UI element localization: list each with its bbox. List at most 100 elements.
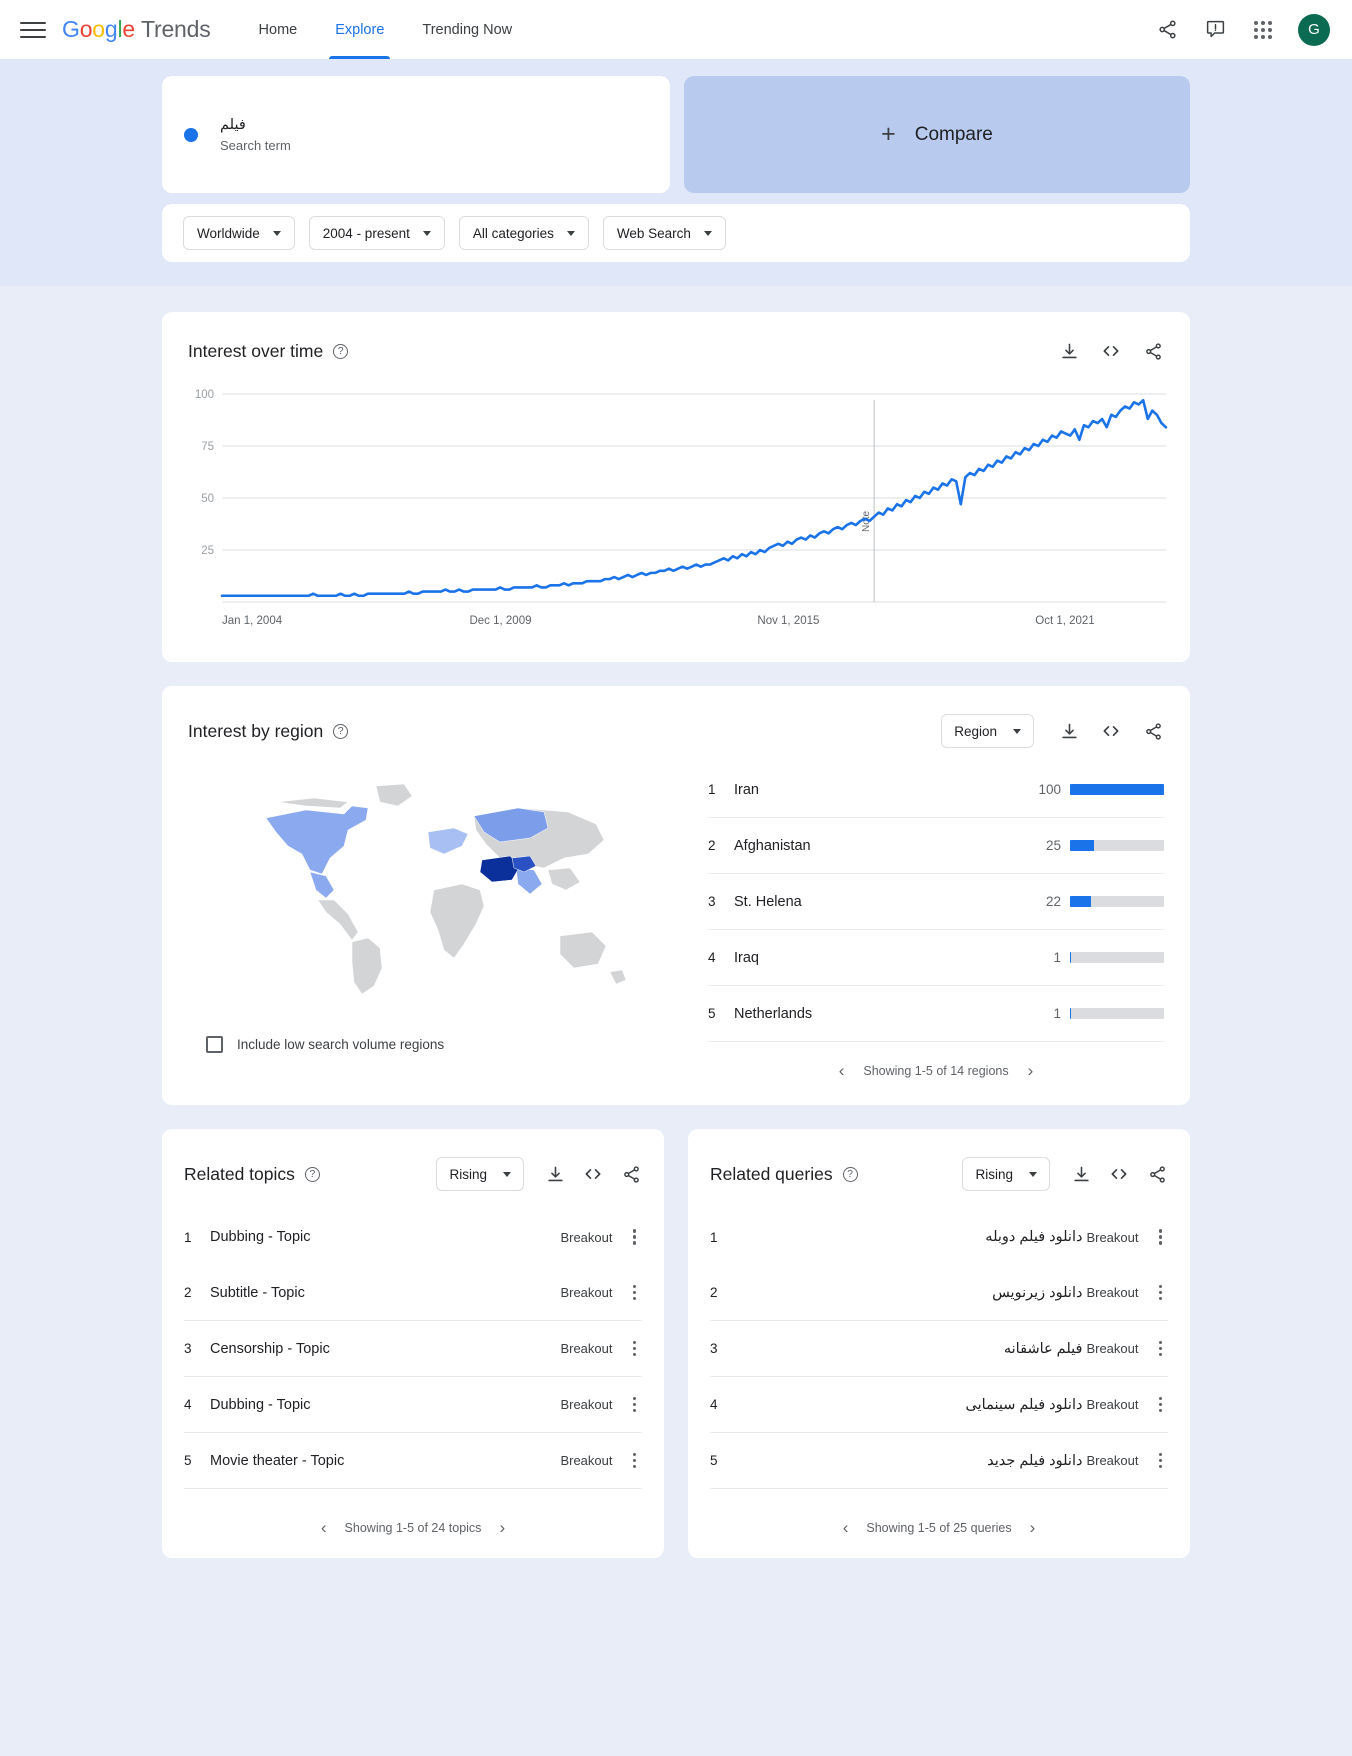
top-app-bar: Google Trends Home Explore Trending Now … <box>0 0 1352 59</box>
compare-button[interactable]: + Compare <box>684 76 1190 193</box>
region-granularity-select[interactable]: Region <box>941 714 1034 748</box>
list-item[interactable]: 2 Subtitle - Topic Breakout <box>184 1265 642 1321</box>
include-low-volume-row: Include low search volume regions <box>206 1036 708 1053</box>
share-icon[interactable] <box>1146 1163 1168 1185</box>
series-color-dot <box>184 127 198 142</box>
next-page-icon[interactable]: › <box>1030 1519 1036 1536</box>
rank: 4 <box>710 1397 718 1412</box>
list-item[interactable]: 3 فیلم عاشقانه Breakout <box>710 1321 1168 1377</box>
topics-pagination: ‹ Showing 1-5 of 24 topics › <box>162 1519 664 1536</box>
svg-text:Oct 1, 2021: Oct 1, 2021 <box>1035 615 1094 627</box>
prev-page-icon[interactable]: ‹ <box>321 1519 327 1536</box>
related-panels: Related topics ? Rising 1 Dubbing - Topi… <box>162 1129 1190 1588</box>
embed-icon[interactable] <box>1108 1163 1130 1185</box>
list-item[interactable]: 5 دانلود فیلم جدید Breakout <box>710 1433 1168 1489</box>
more-options-icon[interactable] <box>627 1225 643 1249</box>
rank: 3 <box>710 1341 718 1356</box>
nav-home[interactable]: Home <box>257 0 300 59</box>
feedback-icon[interactable] <box>1202 17 1228 43</box>
more-options-icon[interactable] <box>1153 1225 1169 1249</box>
list-item[interactable]: 1 دانلود فیلم دوبله Breakout <box>710 1209 1168 1265</box>
svg-text:Nov 1, 2015: Nov 1, 2015 <box>757 615 819 627</box>
avatar[interactable]: G <box>1298 13 1330 46</box>
query-value: Breakout <box>1086 1341 1139 1356</box>
list-item[interactable]: 1 Dubbing - Topic Breakout <box>184 1209 642 1265</box>
chevron-down-icon <box>566 230 575 236</box>
more-options-icon[interactable] <box>627 1393 643 1417</box>
world-map[interactable] <box>248 772 648 1002</box>
embed-icon[interactable] <box>1100 340 1122 362</box>
more-options-icon[interactable] <box>1153 1449 1169 1473</box>
filter-search-type-label: Web Search <box>616 225 691 241</box>
nav-trending-now[interactable]: Trending Now <box>420 0 514 59</box>
prev-page-icon[interactable]: ‹ <box>839 1062 845 1079</box>
embed-icon[interactable] <box>582 1163 604 1185</box>
queries-sort-select[interactable]: Rising <box>962 1157 1050 1191</box>
related-queries-header: Related queries ? Rising <box>688 1129 1190 1191</box>
query-name: دانلود فیلم سینمایی <box>965 1396 1083 1413</box>
table-row[interactable]: 2 Afghanistan 25 <box>708 818 1164 874</box>
more-options-icon[interactable] <box>627 1449 643 1473</box>
rank: 4 <box>708 950 716 965</box>
filter-category[interactable]: All categories <box>458 216 589 250</box>
download-icon[interactable] <box>1070 1163 1092 1185</box>
filter-location[interactable]: Worldwide <box>183 216 295 250</box>
next-page-icon[interactable]: › <box>1028 1062 1034 1079</box>
filter-category-label: All categories <box>472 225 554 241</box>
rank: 2 <box>710 1285 718 1300</box>
more-options-icon[interactable] <box>627 1281 643 1305</box>
rank: 3 <box>184 1341 192 1356</box>
rank: 2 <box>708 838 716 853</box>
menu-icon[interactable] <box>20 17 46 43</box>
apps-grid-icon[interactable] <box>1250 17 1276 43</box>
topics-sort-select[interactable]: Rising <box>436 1157 524 1191</box>
prev-page-icon[interactable]: ‹ <box>843 1519 849 1536</box>
interest-over-time-chart[interactable]: 255075100NoteNoteJan 1, 2004Dec 1, 2009N… <box>162 362 1190 662</box>
help-icon[interactable]: ? <box>333 343 349 359</box>
filter-time-range[interactable]: 2004 - present <box>308 216 445 250</box>
embed-icon[interactable] <box>1100 720 1122 742</box>
google-trends-logo[interactable]: Google Trends <box>62 16 211 43</box>
table-row[interactable]: 4 Iraq 1 <box>708 930 1164 986</box>
filter-time-range-label: 2004 - present <box>322 225 410 241</box>
list-item[interactable]: 4 دانلود فیلم سینمایی Breakout <box>710 1377 1168 1433</box>
more-options-icon[interactable] <box>1153 1337 1169 1361</box>
share-icon[interactable] <box>620 1163 642 1185</box>
region-pagination: ‹ Showing 1-5 of 14 regions › <box>708 1062 1164 1079</box>
region-granularity-label: Region <box>954 723 997 739</box>
table-row[interactable]: 1 Iran 100 <box>708 762 1164 818</box>
value-bar <box>1070 840 1164 851</box>
topic-name: Subtitle - Topic <box>210 1284 305 1301</box>
download-icon[interactable] <box>544 1163 566 1185</box>
list-item[interactable]: 4 Dubbing - Topic Breakout <box>184 1377 642 1433</box>
table-row[interactable]: 3 St. Helena 22 <box>708 874 1164 930</box>
top-bar-actions: G <box>1154 13 1330 46</box>
filter-search-type[interactable]: Web Search <box>602 216 726 250</box>
list-item[interactable]: 2 دانلود زیرنویس Breakout <box>710 1265 1168 1321</box>
more-options-icon[interactable] <box>627 1337 643 1361</box>
share-icon[interactable] <box>1142 720 1164 742</box>
svg-text:25: 25 <box>201 545 214 557</box>
include-low-volume-checkbox[interactable] <box>206 1036 223 1053</box>
share-icon[interactable] <box>1142 340 1164 362</box>
nav-explore[interactable]: Explore <box>329 0 391 59</box>
next-page-icon[interactable]: › <box>499 1519 505 1536</box>
main-nav: Home Explore Trending Now <box>257 0 515 59</box>
share-icon[interactable] <box>1154 17 1180 43</box>
download-icon[interactable] <box>1058 720 1080 742</box>
list-item[interactable]: 3 Censorship - Topic Breakout <box>184 1321 642 1377</box>
more-options-icon[interactable] <box>1153 1393 1169 1417</box>
help-icon[interactable]: ? <box>304 1166 320 1182</box>
help-icon[interactable]: ? <box>333 723 349 739</box>
section-title-topics: Related topics <box>184 1163 295 1184</box>
value-bar <box>1070 952 1164 963</box>
list-item[interactable]: 5 Movie theater - Topic Breakout <box>184 1433 642 1489</box>
interest-by-region-card: Interest by region ? Region Include low … <box>162 686 1190 1105</box>
region-value: 1 <box>1053 950 1061 965</box>
help-icon[interactable]: ? <box>842 1166 858 1182</box>
table-row[interactable]: 5 Netherlands 1 <box>708 986 1164 1042</box>
more-options-icon[interactable] <box>1153 1281 1169 1305</box>
download-icon[interactable] <box>1058 340 1080 362</box>
search-term-card[interactable]: فیلم Search term <box>162 76 670 193</box>
region-name: Iraq <box>734 949 759 966</box>
